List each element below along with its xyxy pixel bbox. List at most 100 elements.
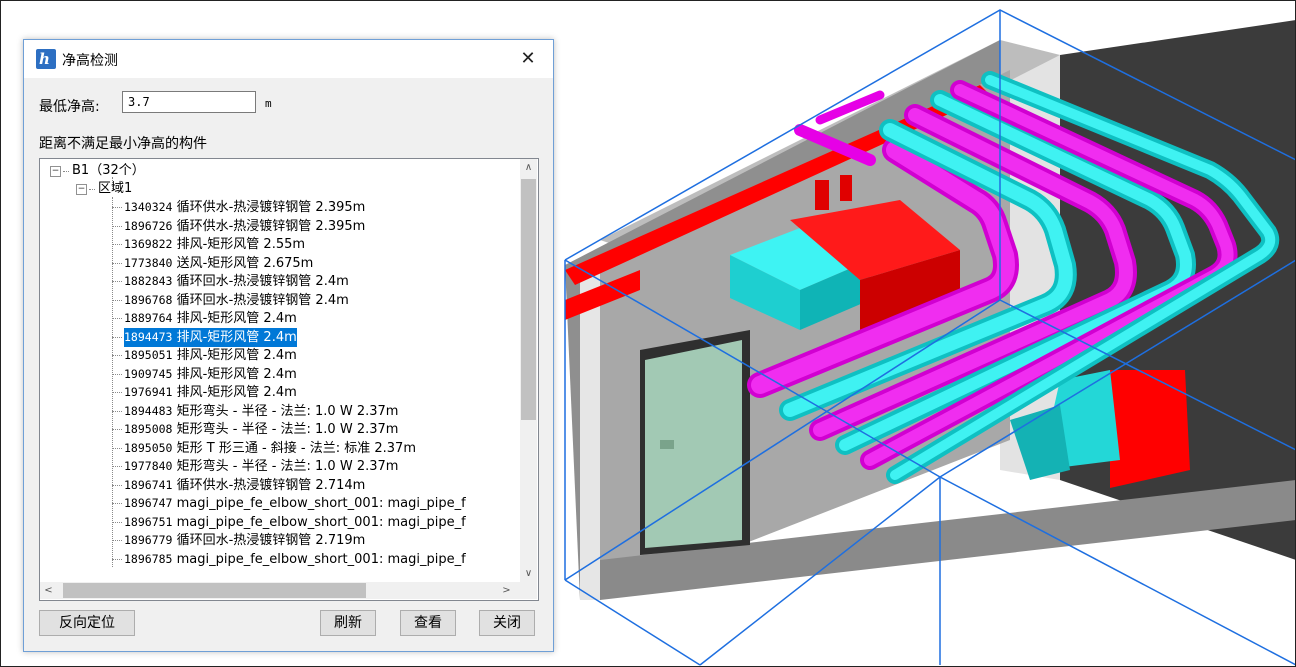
element-id: 1977840 xyxy=(124,459,173,473)
tree-item-label: 1882843 循环回水-热浸镀锌钢管 2.4m xyxy=(124,272,349,291)
element-description: 送风-矩形风管 2.675m xyxy=(176,255,314,271)
element-id: 1895051 xyxy=(124,348,173,362)
element-id: 1340324 xyxy=(124,200,173,214)
horizontal-scroll-thumb[interactable] xyxy=(63,583,366,598)
element-description: 循环供水-热浸镀锌钢管 2.395m xyxy=(176,218,366,234)
tree-item-label: 1369822 排风-矩形风管 2.55m xyxy=(124,235,305,254)
tree-item-label: 1340324 循环供水-热浸镀锌钢管 2.395m xyxy=(124,198,365,217)
tree-line xyxy=(112,503,122,504)
element-id: 1882843 xyxy=(124,274,173,288)
component-tree[interactable]: − B1（32个） − 区域1 1340324 循环供水-热浸镀锌钢管 2.39… xyxy=(39,158,539,601)
element-description: 循环供水-热浸镀锌钢管 2.714m xyxy=(176,477,366,493)
element-id: 1894483 xyxy=(124,403,173,418)
horizontal-scrollbar[interactable]: < > xyxy=(40,582,520,599)
vertical-scroll-thumb[interactable] xyxy=(521,179,536,420)
tree-item-label: 1896768 循环回水-热浸镀锌钢管 2.4m xyxy=(124,291,349,310)
element-description: 循环回水-热浸镀锌钢管 2.4m xyxy=(176,274,349,289)
element-description: magi_pipe_fe_elbow_short_001: magi_pipe_… xyxy=(176,551,466,567)
reverse-locate-button[interactable]: 反向定位 xyxy=(39,610,135,636)
tree-line xyxy=(112,262,122,264)
tree-node-label: B1（32个） xyxy=(72,163,145,178)
tree-line xyxy=(112,466,122,467)
close-button[interactable]: 关闭 xyxy=(479,610,535,636)
scroll-right-icon[interactable]: > xyxy=(498,582,515,599)
tree-line xyxy=(112,484,122,486)
collapse-icon[interactable]: − xyxy=(76,184,87,195)
element-description: 矩形 T 形三通 - 斜接 - 法兰: 标准 2.37m xyxy=(176,440,416,456)
element-id: 1896768 xyxy=(124,292,173,307)
tree-item-label: 1773840 送风-矩形风管 2.675m xyxy=(124,254,313,273)
tree-item-label: 1976941 排风-矩形风管 2.4m xyxy=(124,383,297,402)
element-description: 排风-矩形风管 2.55m xyxy=(176,237,306,252)
element-id: 1896741 xyxy=(124,477,173,492)
tree-line xyxy=(112,410,122,412)
element-description: 排风-矩形风管 2.4m xyxy=(176,366,297,382)
tree-item-label: 1896747 magi_pipe_fe_elbow_short_001: ma… xyxy=(124,494,466,513)
element-id: 1773840 xyxy=(124,255,173,270)
tree-item-label: 1896785 magi_pipe_fe_elbow_short_001: ma… xyxy=(124,550,466,569)
element-description: 排风-矩形风管 2.4m xyxy=(176,329,297,345)
tree-item-label: 1895050 矩形 T 形三通 - 斜接 - 法兰: 标准 2.37m xyxy=(124,439,416,458)
tree-item-label: 1889764 排风-矩形风管 2.4m xyxy=(124,309,297,328)
tree-line xyxy=(112,225,122,227)
tree-item-label: 1895008 矩形弯头 - 半径 - 法兰: 1.0 W 2.37m xyxy=(124,420,398,439)
element-id: 1896747 xyxy=(124,496,173,510)
tree-line xyxy=(112,373,122,375)
tree-item-label: 1896751 magi_pipe_fe_elbow_short_001: ma… xyxy=(124,513,466,532)
element-description: 矩形弯头 - 半径 - 法兰: 1.0 W 2.37m xyxy=(176,459,399,474)
tree-line xyxy=(112,540,122,541)
element-description: 循环回水-热浸镀锌钢管 2.4m xyxy=(176,292,349,308)
scroll-left-icon[interactable]: < xyxy=(40,582,57,599)
tree-item-label: 1894483 矩形弯头 - 半径 - 法兰: 1.0 W 2.37m xyxy=(124,402,398,421)
vertical-scrollbar[interactable]: ∧ ∨ xyxy=(520,159,537,582)
element-id: 1369822 xyxy=(124,237,173,251)
tree-line xyxy=(112,299,122,301)
clearance-check-dialog: h 净高检测 ✕ 最低净高: m 距离不满足最小净高的构件 − B1（32个） … xyxy=(23,39,554,652)
collapse-icon[interactable]: − xyxy=(50,166,61,177)
scroll-up-icon[interactable]: ∧ xyxy=(520,159,537,176)
dialog-title: 净高检测 xyxy=(62,53,118,69)
min-height-label: 最低净高: xyxy=(39,99,100,115)
tree-item-label: 1896741 循环供水-热浸镀锌钢管 2.714m xyxy=(124,476,365,495)
tree-item-label: 1894473 排风-矩形风管 2.4m xyxy=(124,327,297,347)
tree-line xyxy=(112,521,122,523)
tree-line xyxy=(112,281,122,282)
element-description: magi_pipe_fe_elbow_short_001: magi_pipe_… xyxy=(176,514,466,530)
element-description: 矩形弯头 - 半径 - 法兰: 1.0 W 2.37m xyxy=(176,422,399,437)
element-description: 循环供水-热浸镀锌钢管 2.395m xyxy=(176,200,366,215)
element-id: 1894473 xyxy=(124,329,173,344)
view-button[interactable]: 查看 xyxy=(400,610,456,636)
element-description: 矩形弯头 - 半径 - 法兰: 1.0 W 2.37m xyxy=(176,403,399,419)
tree-node-label: 区域1 xyxy=(98,181,133,196)
tree-content: − B1（32个） − 区域1 1340324 循环供水-热浸镀锌钢管 2.39… xyxy=(40,159,520,582)
element-id: 1909745 xyxy=(124,366,173,381)
tree-line xyxy=(112,429,122,430)
tree-line xyxy=(112,447,122,449)
element-id: 1976941 xyxy=(124,385,173,399)
close-icon[interactable]: ✕ xyxy=(514,46,542,72)
tree-line xyxy=(112,558,122,560)
element-description: 循环回水-热浸镀锌钢管 2.719m xyxy=(176,533,366,548)
tree-line xyxy=(112,244,122,245)
element-description: 排风-矩形风管 2.4m xyxy=(176,348,297,363)
tree-item-label: 1896779 循环回水-热浸镀锌钢管 2.719m xyxy=(124,531,365,550)
app-logo-icon: h xyxy=(36,49,56,69)
min-height-input[interactable] xyxy=(122,91,256,113)
tree-item-label: 1977840 矩形弯头 - 半径 - 法兰: 1.0 W 2.37m xyxy=(124,457,398,476)
element-description: magi_pipe_fe_elbow_short_001: magi_pipe_… xyxy=(176,496,466,511)
tree-line xyxy=(112,197,113,567)
tree-item-label: 1896726 循环供水-热浸镀锌钢管 2.395m xyxy=(124,217,365,236)
scroll-down-icon[interactable]: ∨ xyxy=(520,565,537,582)
element-id: 1896785 xyxy=(124,551,173,566)
tree-line xyxy=(112,318,122,319)
tree-item-label: 1909745 排风-矩形风管 2.4m xyxy=(124,365,297,384)
scrollbar-corner xyxy=(520,582,537,599)
dialog-titlebar[interactable]: h 净高检测 ✕ xyxy=(24,40,553,78)
tree-line xyxy=(112,207,122,208)
element-description: 排风-矩形风管 2.4m xyxy=(176,311,297,326)
tree-line xyxy=(112,336,122,338)
refresh-button[interactable]: 刷新 xyxy=(320,610,376,636)
element-id: 1895050 xyxy=(124,440,173,455)
failing-components-label: 距离不满足最小净高的构件 xyxy=(39,136,207,152)
tree-line xyxy=(112,355,122,356)
